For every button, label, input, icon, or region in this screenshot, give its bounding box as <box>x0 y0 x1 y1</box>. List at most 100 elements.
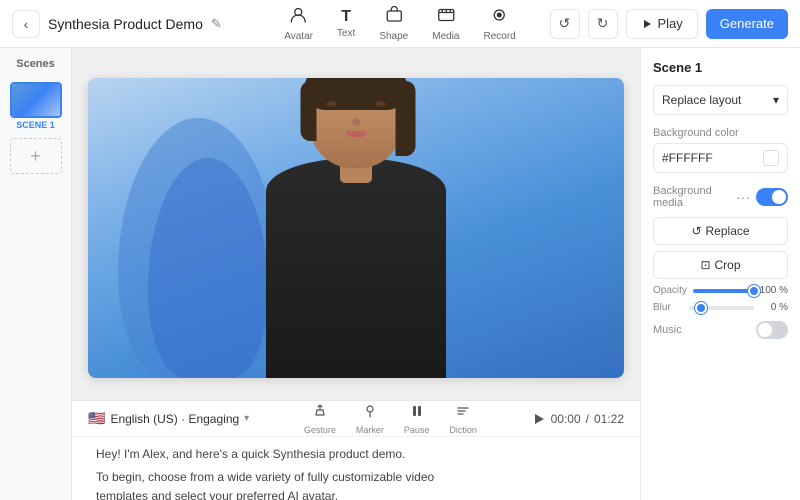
gesture-control[interactable]: Gesture <box>304 403 336 435</box>
bg-media-row: Background media ··· <box>653 185 788 209</box>
blur-thumb <box>695 302 707 314</box>
opacity-fill <box>693 289 754 293</box>
opacity-value: 100 % <box>760 285 788 296</box>
avatar-torso <box>266 158 446 378</box>
add-scene-button[interactable]: + <box>10 138 62 174</box>
top-bar-left: ‹ Synthesia Product Demo ✎ <box>12 10 222 38</box>
bg-color-label: Background color <box>653 127 788 139</box>
edit-title-icon[interactable]: ✎ <box>211 16 222 32</box>
main-content: Scenes SCENE 1 + <box>0 48 800 500</box>
video-canvas <box>88 78 624 378</box>
script-area: Hey! I'm Alex, and here's a quick Synthe… <box>72 437 640 500</box>
crop-button[interactable]: ⊡ Crop <box>653 251 788 279</box>
diction-control[interactable]: Diction <box>449 403 477 435</box>
blur-label: Blur <box>653 302 683 313</box>
panel-section-title: Scene 1 <box>653 60 788 75</box>
crop-label: Crop <box>715 258 741 272</box>
music-toggle-knob <box>758 323 772 337</box>
marker-control[interactable]: Marker <box>356 403 384 435</box>
avatar-figure <box>246 78 466 378</box>
text-icon: T <box>341 8 351 26</box>
video-canvas-wrapper <box>72 48 640 400</box>
total-time: 01:22 <box>594 412 624 426</box>
undo-button[interactable]: ↺ <box>550 9 580 39</box>
media-label: Media <box>432 31 459 42</box>
back-button[interactable]: ‹ <box>12 10 40 38</box>
toolbar-record[interactable]: Record <box>484 6 516 42</box>
time-separator: / <box>586 412 589 426</box>
top-bar: ‹ Synthesia Product Demo ✎ Avatar T Text <box>0 0 800 48</box>
bg-media-toggle-knob <box>772 190 786 204</box>
script-line-3: templates and select your preferred AI a… <box>96 487 616 500</box>
gesture-label: Gesture <box>304 425 336 435</box>
bg-color-field[interactable]: #FFFFFF <box>653 143 788 173</box>
avatar-container <box>256 98 456 378</box>
pause-label: Pause <box>404 425 430 435</box>
script-line-2: To begin, choose from a wide variety of … <box>96 468 616 487</box>
bg-media-toggle[interactable] <box>756 188 788 206</box>
replace-label: Replace <box>706 224 750 238</box>
toolbar-media[interactable]: Media <box>432 6 459 42</box>
top-bar-right: ↺ ↻ Play Generate <box>550 9 789 39</box>
layout-dropdown-chevron: ▾ <box>773 93 779 107</box>
playback-controls: Gesture Marker <box>265 403 515 435</box>
music-toggle[interactable] <box>756 321 788 339</box>
scene-1-label: SCENE 1 <box>10 120 62 130</box>
current-time: 00:00 <box>551 412 581 426</box>
pause-icon <box>409 403 425 424</box>
toolbar-avatar[interactable]: Avatar <box>284 6 313 42</box>
diction-icon <box>455 403 471 424</box>
diction-label: Diction <box>449 425 477 435</box>
replace-button[interactable]: ↺ Replace <box>653 217 788 245</box>
pause-control[interactable]: Pause <box>404 403 430 435</box>
opacity-row: Opacity 100 % <box>653 285 788 296</box>
opacity-label: Opacity <box>653 285 687 296</box>
generate-button[interactable]: Generate <box>706 9 788 39</box>
record-icon <box>491 6 509 29</box>
opacity-thumb <box>748 285 760 297</box>
scenes-label: Scenes <box>16 58 55 70</box>
scene-thumb-preview <box>12 84 60 116</box>
crop-icon: ⊡ <box>700 258 710 272</box>
language-selector[interactable]: 🇺🇸 English (US) · Engaging ▾ <box>88 410 249 427</box>
playback-row: 🇺🇸 English (US) · Engaging ▾ Gesture <box>72 401 640 437</box>
layout-dropdown[interactable]: Replace layout ▾ <box>653 85 788 115</box>
opacity-slider[interactable] <box>693 289 754 293</box>
marker-label: Marker <box>356 425 384 435</box>
music-label: Music <box>653 324 682 336</box>
scene-1-thumb[interactable] <box>10 82 62 118</box>
record-label: Record <box>484 31 516 42</box>
avatar-nose <box>352 118 360 126</box>
toolbar-shape[interactable]: Shape <box>379 6 408 42</box>
replace-icon: ↺ <box>691 224 701 238</box>
avatar-label: Avatar <box>284 31 313 42</box>
avatar-eye-right <box>376 101 386 107</box>
text-label: Text <box>337 28 355 39</box>
flag-icon: 🇺🇸 <box>88 410 105 427</box>
avatar-icon <box>290 6 308 29</box>
avatar-hair-top <box>305 78 408 110</box>
toolbar-center: Avatar T Text Shape <box>284 6 516 42</box>
time-display: 00:00 / 01:22 <box>532 412 624 426</box>
blur-slider[interactable] <box>689 306 754 310</box>
music-row: Music <box>653 321 788 339</box>
script-line-1: Hey! I'm Alex, and here's a quick Synthe… <box>96 445 616 464</box>
play-button[interactable]: Play <box>626 9 698 39</box>
bottom-controls: 🇺🇸 English (US) · Engaging ▾ Gesture <box>72 400 640 500</box>
avatar-hair-left <box>301 81 317 141</box>
scenes-panel: Scenes SCENE 1 + <box>0 48 72 500</box>
bg-media-label: Background media <box>653 185 736 209</box>
project-title: Synthesia Product Demo <box>48 16 203 32</box>
bg-color-value: #FFFFFF <box>662 151 713 165</box>
marker-icon <box>362 403 378 424</box>
right-panel: Scene 1 Replace layout ▾ Background colo… <box>640 48 800 500</box>
avatar-head <box>309 78 404 168</box>
toolbar-text[interactable]: T Text <box>337 8 355 39</box>
bg-color-swatch <box>763 150 779 166</box>
shape-label: Shape <box>379 31 408 42</box>
redo-button[interactable]: ↻ <box>588 9 618 39</box>
media-icon <box>437 6 455 29</box>
blur-value: 0 % <box>760 302 788 313</box>
avatar-mouth <box>346 131 366 137</box>
bg-media-dots[interactable]: ··· <box>736 189 750 205</box>
